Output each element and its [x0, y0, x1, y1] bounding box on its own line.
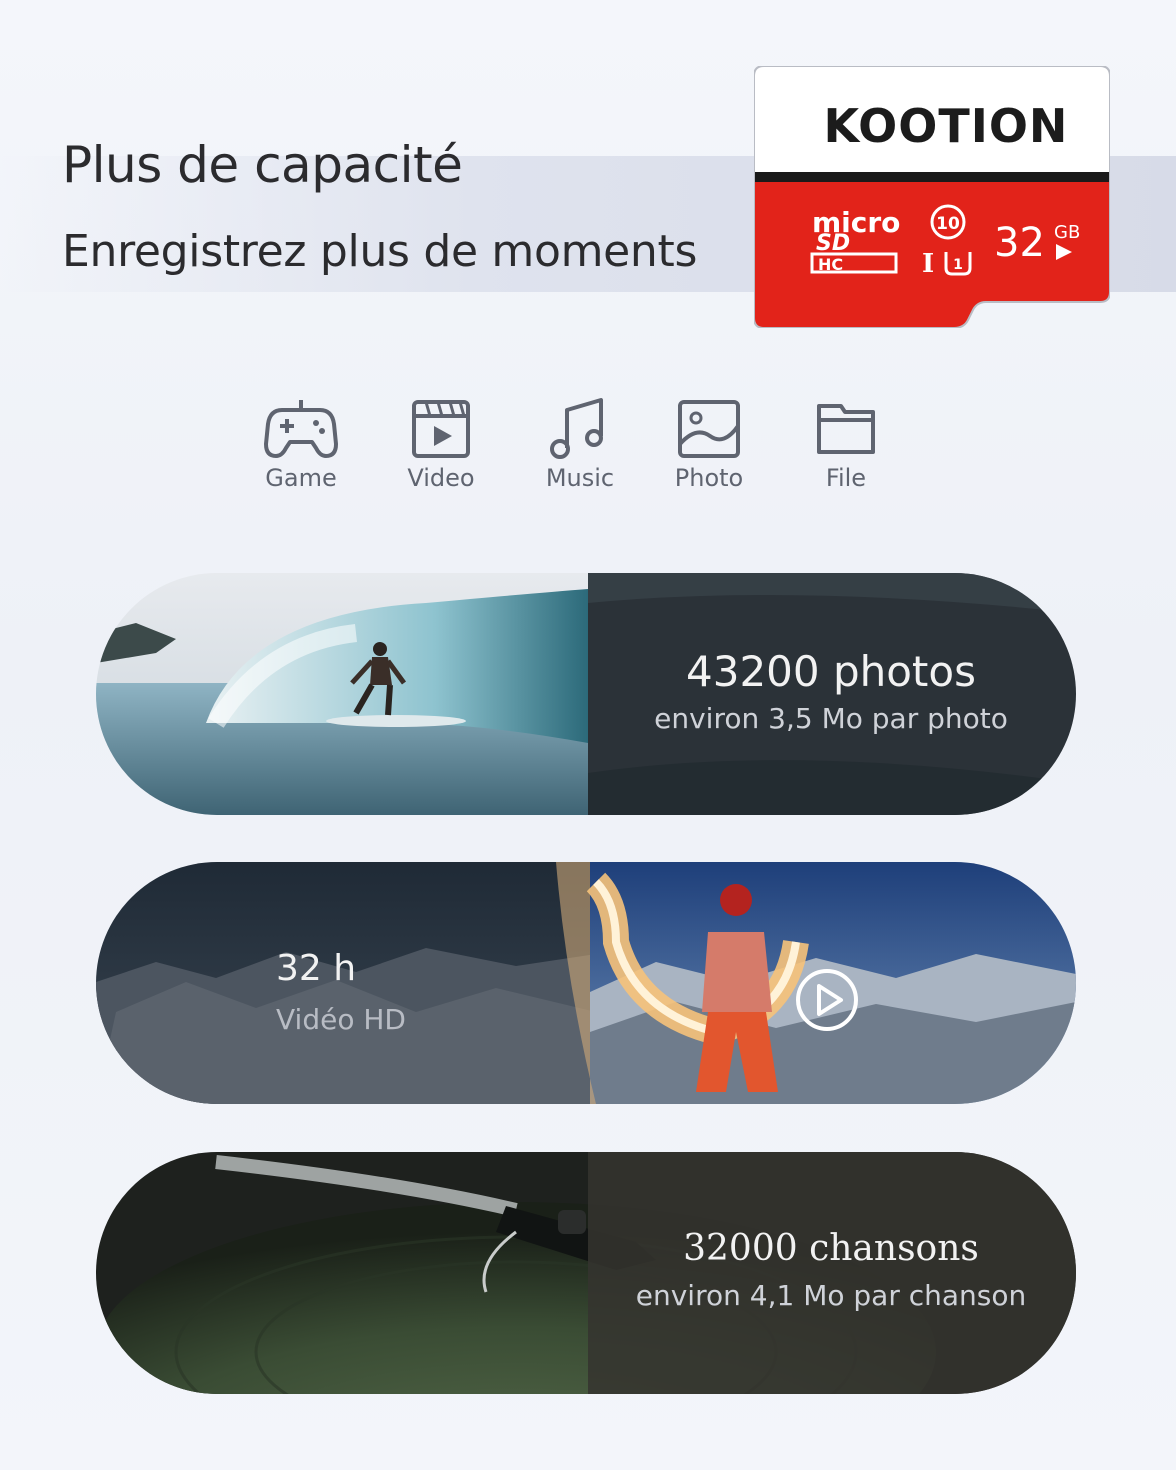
microsd-card-image: KOOTION micro SD HC 10 I 1 32 GB: [753, 65, 1111, 329]
photos-note: environ 3,5 Mo par photo: [654, 702, 1008, 735]
category-music: Music: [520, 396, 640, 492]
card-unit: GB: [1054, 222, 1080, 243]
category-label: Photo: [674, 464, 744, 492]
category-file: File: [786, 396, 906, 492]
gamepad-icon: [264, 400, 338, 458]
category-video: Video: [381, 396, 501, 492]
songs-note: environ 4,1 Mo par chanson: [635, 1279, 1027, 1312]
category-label: File: [825, 464, 867, 492]
video-note: Vidéo HD: [276, 1003, 406, 1036]
video-clapper-icon: [412, 400, 470, 458]
card-bus: I: [922, 249, 934, 279]
mountain-lightpainting-image: [96, 862, 1076, 1104]
photos-count: 43200 photos: [686, 647, 976, 696]
svg-text:HC: HC: [818, 255, 843, 274]
category-label: Game: [265, 464, 337, 492]
music-note-icon: [550, 398, 603, 459]
stat-photos-banner: 43200 photos environ 3,5 Mo par photo: [96, 573, 1076, 815]
category-icon-row: Game Video Music Photo File: [0, 396, 1176, 506]
card-uhs: 1: [953, 257, 963, 273]
category-label: Video: [407, 464, 475, 492]
card-speed-class: 10: [936, 214, 960, 234]
stat-songs-banner: 32000 chansons environ 4,1 Mo par chanso…: [96, 1152, 1076, 1394]
photo-icon: [678, 400, 740, 458]
page-title: Plus de capacité: [62, 136, 463, 194]
folder-icon: [817, 404, 875, 454]
category-label: Music: [545, 464, 615, 492]
songs-count: 32000 chansons: [683, 1228, 979, 1269]
video-hours: 32 h: [276, 948, 357, 989]
card-brand: KOOTION: [824, 99, 1069, 153]
category-game: Game: [241, 396, 361, 492]
svg-text:SD: SD: [816, 231, 850, 256]
stat-video-banner: 32 h Vidéo HD: [96, 862, 1076, 1104]
page-subtitle: Enregistrez plus de moments: [62, 226, 698, 277]
card-capacity: 32: [994, 220, 1045, 266]
category-photo: Photo: [649, 396, 769, 492]
